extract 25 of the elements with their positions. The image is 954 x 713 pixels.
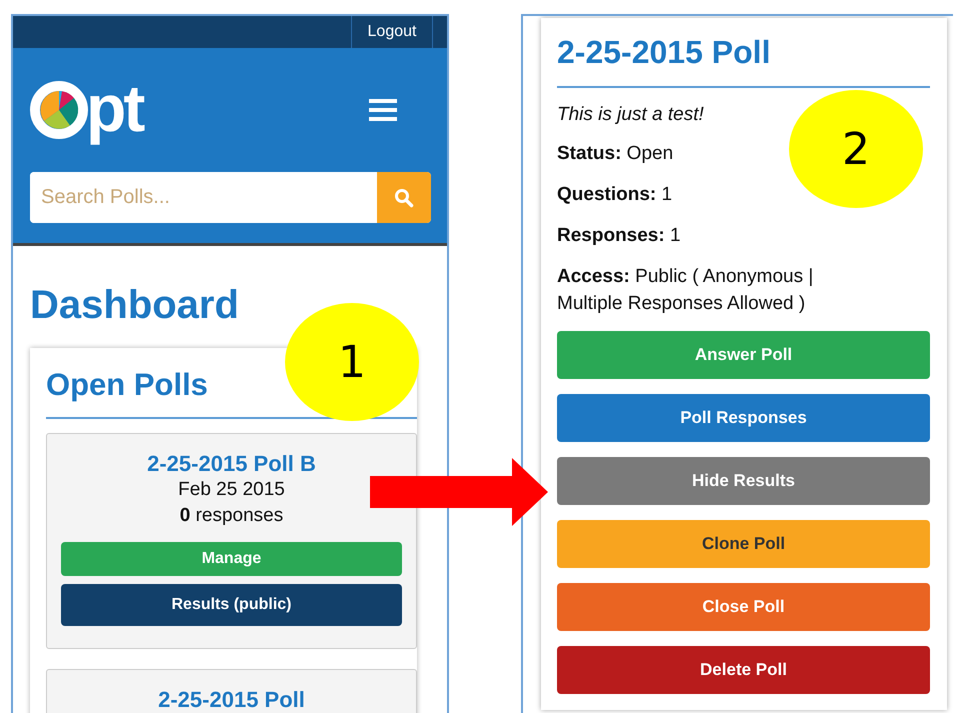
pie-chart-logo-icon	[30, 81, 88, 139]
poll-info-line: Questions: 1	[557, 183, 672, 207]
poll-responses-button[interactable]: Poll Responses	[557, 394, 930, 442]
menu-icon[interactable]	[369, 98, 397, 122]
poll-title-link[interactable]: 2-25-2015 Poll B	[61, 451, 402, 477]
poll-info-line: Responses: 1	[557, 224, 681, 248]
number-marker: 1	[285, 303, 419, 421]
clone-poll-button[interactable]: Clone Poll	[557, 520, 930, 568]
delete-poll-button[interactable]: Delete Poll	[557, 646, 930, 694]
close-poll-button[interactable]: Close Poll	[557, 583, 930, 631]
hide-results-button[interactable]: Hide Results	[557, 457, 930, 505]
page-title: Dashboard	[30, 282, 240, 328]
response-count: 0 responses	[178, 504, 284, 528]
poll-title-link[interactable]: 2-25-2015 Poll	[61, 687, 402, 713]
poll-title: 2-25-2015 Poll	[557, 33, 772, 72]
search-icon	[394, 188, 414, 208]
section-title: Open Polls	[46, 366, 208, 403]
answer-poll-button[interactable]: Answer Poll	[557, 331, 930, 379]
manage-button[interactable]: Manage	[61, 542, 402, 576]
poll-description: This is just a test!	[557, 103, 705, 127]
poll-info-line: Status: Open	[557, 142, 674, 166]
results-button[interactable]: Results (public)	[61, 584, 402, 626]
poll-info-line: Access: Public ( Anonymous | Multiple Responses Allowed )	[557, 265, 814, 316]
poll-date: Feb 25 2015	[177, 478, 286, 502]
search-field[interactable]: Search Polls...	[30, 172, 431, 223]
